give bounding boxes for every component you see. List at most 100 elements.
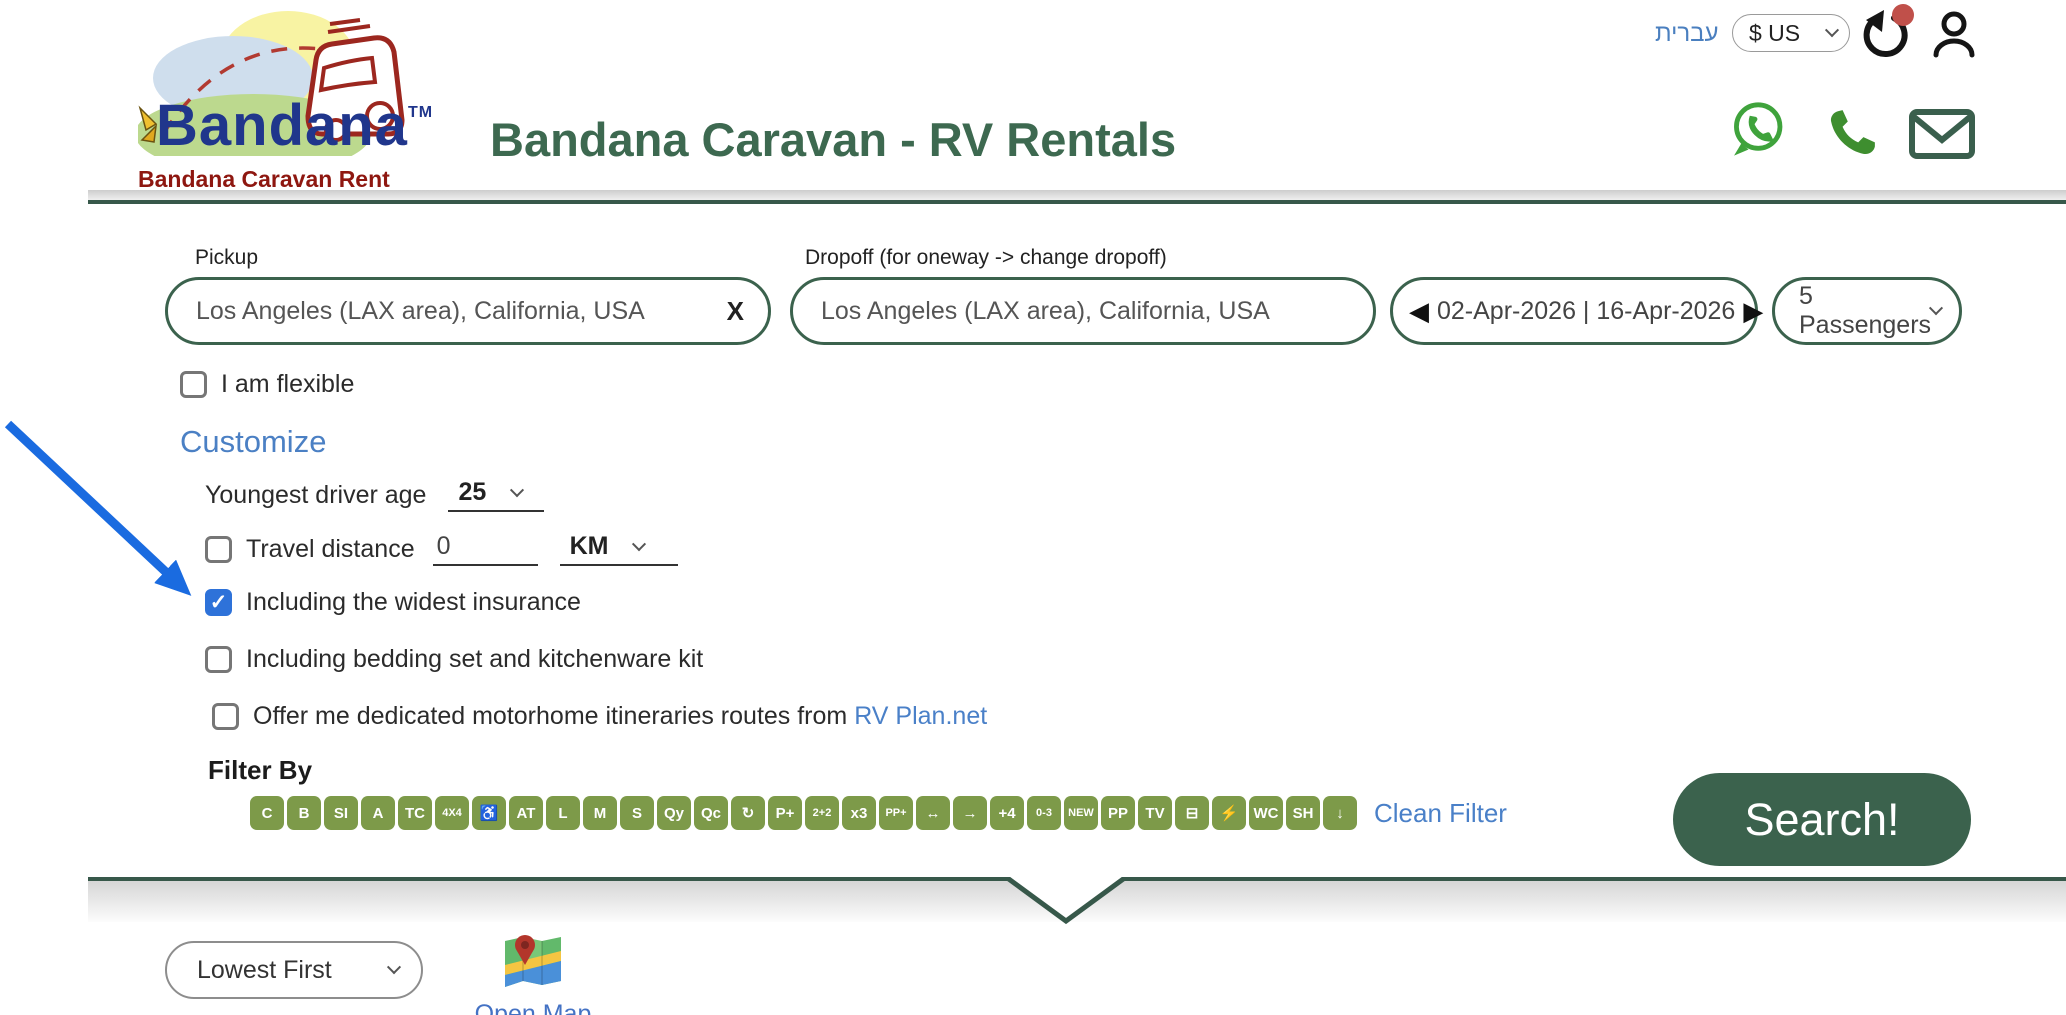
dropoff-input[interactable]: [821, 297, 1349, 326]
passengers-select[interactable]: 5 Passengers: [1772, 277, 1962, 345]
travel-distance-input[interactable]: [433, 532, 538, 566]
filter-size-small-icon[interactable]: S: [620, 796, 654, 830]
pickup-field[interactable]: X: [165, 277, 771, 345]
flexible-checkbox[interactable]: [180, 371, 207, 398]
filter-class-b-icon[interactable]: B: [287, 796, 321, 830]
flexible-label: I am flexible: [221, 370, 354, 399]
filter-wheel-y-icon[interactable]: Qy: [657, 796, 691, 830]
phone-button[interactable]: [1828, 108, 1878, 163]
passengers-value: 5 Passengers: [1799, 282, 1931, 340]
itineraries-label: Offer me dedicated motorhome itineraries…: [253, 702, 987, 731]
filter-ages-0-3-icon[interactable]: 0-3: [1027, 796, 1061, 830]
user-icon: [1928, 8, 1980, 60]
date-range-picker[interactable]: ◀ 02-Apr-2026 | 16-Apr-2026 ▶: [1390, 277, 1758, 345]
trademark: TM: [408, 104, 433, 121]
account-button[interactable]: [1928, 8, 1980, 60]
filter-tv-icon[interactable]: TV: [1138, 796, 1172, 830]
notification-badge: [1892, 4, 1914, 26]
filter-class-c-icon[interactable]: C: [250, 796, 284, 830]
dropoff-label: Dropoff (for oneway -> change dropoff): [805, 246, 1167, 270]
itineraries-row: Offer me dedicated motorhome itineraries…: [212, 702, 987, 731]
filter-wheel-c-icon[interactable]: Qc: [694, 796, 728, 830]
filter-couple-icon[interactable]: PP: [1101, 796, 1135, 830]
chevron-down-icon: [1929, 301, 1943, 315]
travel-distance-row: Travel distance KM: [205, 532, 678, 566]
whatsapp-button[interactable]: [1728, 100, 1786, 163]
filter-4x4-icon[interactable]: 4X4: [435, 796, 469, 830]
pickup-input[interactable]: [196, 297, 719, 326]
filter-plus-4-icon[interactable]: +4: [990, 796, 1024, 830]
filter-size-medium-icon[interactable]: M: [583, 796, 617, 830]
sort-select[interactable]: Lowest First: [165, 941, 423, 999]
map-icon: [504, 933, 562, 993]
currency-select[interactable]: $ US: [1732, 14, 1850, 52]
insurance-label: Including the widest insurance: [246, 588, 581, 617]
filter-towable-icon[interactable]: ↓: [1323, 796, 1357, 830]
divider-notch: [1000, 877, 1132, 927]
filter-icons: CBSIATC4X4♿ATLMSQyQc↻P+2+2x3PP+↔→+40-3NE…: [250, 796, 1360, 830]
filter-class-tc-icon[interactable]: TC: [398, 796, 432, 830]
filter-size-large-icon[interactable]: L: [546, 796, 580, 830]
filter-wc-icon[interactable]: WC: [1249, 796, 1283, 830]
rv-rental-search-page: BandanaTM Bandana Caravan Rent Bandana C…: [0, 0, 2066, 1015]
whatsapp-icon: [1728, 100, 1786, 158]
dates-next-icon[interactable]: ▶: [1743, 298, 1763, 324]
mail-icon: [1908, 108, 1976, 160]
filter-icons-row: CBSIATC4X4♿ATLMSQyQc↻P+2+2x3PP+↔→+40-3NE…: [250, 796, 1507, 830]
phone-icon: [1828, 108, 1878, 158]
travel-distance-checkbox[interactable]: [205, 536, 232, 563]
driver-age-row: Youngest driver age 25: [205, 478, 544, 512]
open-map-button[interactable]: Open Map: [473, 933, 593, 1015]
clear-pickup-icon[interactable]: X: [719, 296, 768, 327]
driver-age-label: Youngest driver age: [205, 481, 426, 510]
customize-link[interactable]: Customize: [180, 424, 326, 460]
sort-value: Lowest First: [197, 956, 389, 985]
flexible-row: I am flexible: [180, 370, 354, 399]
page-title: Bandana Caravan - RV Rentals: [490, 112, 1176, 167]
header-divider: [88, 190, 2066, 204]
clean-filter-link[interactable]: Clean Filter: [1374, 798, 1507, 829]
history-button[interactable]: [1858, 8, 1910, 60]
dropoff-field[interactable]: [790, 277, 1376, 345]
email-button[interactable]: [1908, 108, 1976, 165]
filter-width-icon[interactable]: ↔: [916, 796, 950, 830]
itineraries-checkbox[interactable]: [212, 703, 239, 730]
filter-person-plus-icon[interactable]: P+: [768, 796, 802, 830]
bedding-row: Including bedding set and kitchenware ki…: [205, 645, 703, 674]
brand-name: BandanaTM: [156, 92, 433, 159]
currency-value: $ US: [1749, 20, 1827, 47]
language-link[interactable]: עברית: [1655, 20, 1718, 48]
filter-beds-x3-icon[interactable]: x3: [842, 796, 876, 830]
filter-by-title: Filter By: [208, 755, 312, 786]
filter-wheelchair-icon[interactable]: ♿: [472, 796, 506, 830]
bedding-checkbox[interactable]: [205, 646, 232, 673]
chevron-down-icon: [1825, 23, 1839, 37]
insurance-row: ✓ Including the widest insurance: [205, 588, 581, 617]
filter-automatic-icon[interactable]: AT: [509, 796, 543, 830]
site-logo[interactable]: BandanaTM Bandana Caravan Rent: [138, 6, 423, 192]
open-map-label: Open Map: [473, 1000, 593, 1015]
dates-prev-icon[interactable]: ◀: [1409, 298, 1429, 324]
chevron-down-icon: [387, 960, 401, 974]
filter-class-si-icon[interactable]: SI: [324, 796, 358, 830]
pickup-label: Pickup: [195, 246, 258, 270]
filter-seats-2plus2-icon[interactable]: 2+2: [805, 796, 839, 830]
distance-unit-select[interactable]: KM: [560, 532, 678, 566]
bedding-label: Including bedding set and kitchenware ki…: [246, 645, 703, 674]
date-range-value: 02-Apr-2026 | 16-Apr-2026: [1429, 297, 1743, 326]
filter-swivel-icon[interactable]: ↻: [731, 796, 765, 830]
filter-class-a-icon[interactable]: A: [361, 796, 395, 830]
filter-shower-icon[interactable]: SH: [1286, 796, 1320, 830]
travel-distance-label: Travel distance: [246, 535, 415, 564]
filter-bed-icon[interactable]: ⊟: [1175, 796, 1209, 830]
filter-power-icon[interactable]: ⚡: [1212, 796, 1246, 830]
filter-new-rv-icon[interactable]: NEW: [1064, 796, 1098, 830]
driver-age-select[interactable]: 25: [448, 478, 544, 512]
search-button[interactable]: Search!: [1673, 773, 1971, 866]
filter-oneway-rv-icon[interactable]: →: [953, 796, 987, 830]
filter-family-plus-icon[interactable]: PP+: [879, 796, 913, 830]
rv-plan-link[interactable]: RV Plan.net: [854, 702, 987, 730]
insurance-checkbox[interactable]: ✓: [205, 589, 232, 616]
brand-subtitle: Bandana Caravan Rent: [138, 166, 390, 193]
check-icon: ✓: [210, 590, 228, 615]
